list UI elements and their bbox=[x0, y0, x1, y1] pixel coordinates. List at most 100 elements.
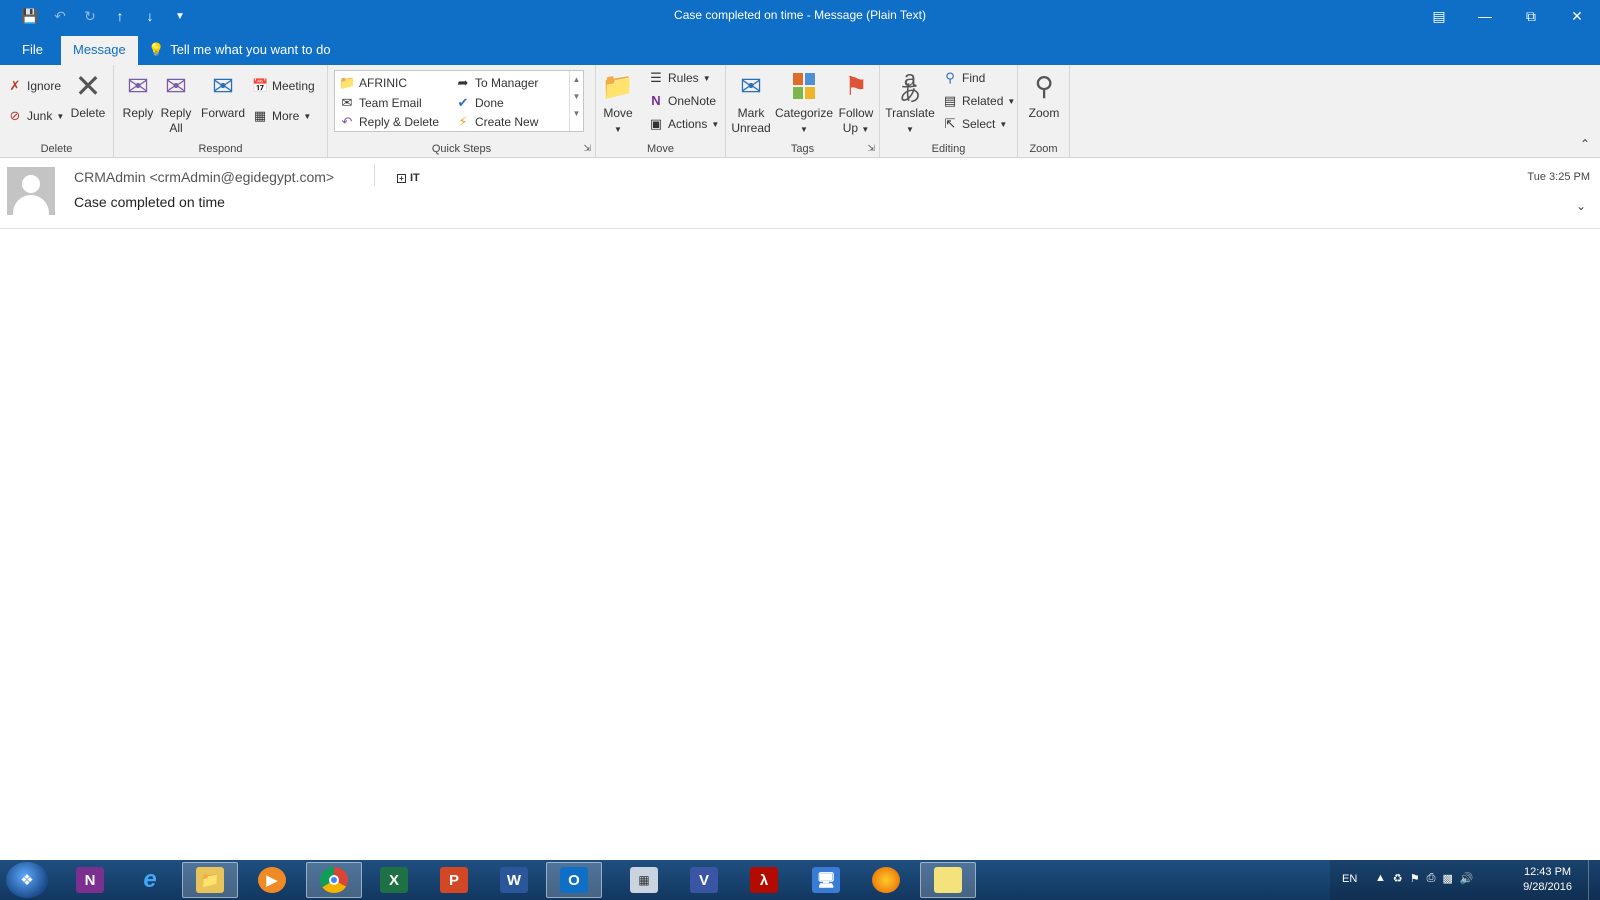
mark-unread-label-2: Unread bbox=[731, 121, 771, 135]
reply-button[interactable]: ✉ Reply bbox=[120, 70, 156, 121]
taskbar-word[interactable]: W bbox=[486, 862, 542, 898]
email-icon: ✉ bbox=[341, 95, 353, 110]
collapse-ribbon-icon[interactable]: ⌃ bbox=[1580, 137, 1590, 151]
translate-button[interactable]: aあ Translate ▼ bbox=[884, 66, 936, 137]
remote-desktop-icon: 🖥 bbox=[812, 867, 840, 893]
quick-step-label: To Manager bbox=[475, 76, 539, 90]
tab-file[interactable]: File bbox=[10, 36, 55, 65]
taskbar-visio[interactable]: V bbox=[676, 862, 732, 898]
taskbar-excel[interactable]: X bbox=[366, 862, 422, 898]
zoom-button[interactable]: ⚲ Zoom bbox=[1022, 70, 1066, 121]
dropdown-arrow-icon: ▼ bbox=[861, 125, 870, 134]
volume-icon[interactable]: 🔊 bbox=[1460, 872, 1474, 885]
gallery-expand-icon[interactable]: ▼ bbox=[570, 109, 583, 118]
firefox-icon bbox=[872, 867, 900, 893]
forward-button[interactable]: ✉ Forward bbox=[200, 70, 246, 121]
taskbar-media-player[interactable]: ▶ bbox=[244, 862, 300, 898]
junk-button[interactable]: ⊘ Junk ▼ bbox=[7, 108, 65, 124]
group-label: Editing bbox=[931, 143, 966, 155]
chevron-down-icon[interactable]: ⌄ bbox=[1576, 199, 1586, 213]
sender[interactable]: CRMAdmin <crmAdmin@egidegypt.com> bbox=[74, 169, 334, 185]
reply-all-label-2: All bbox=[169, 121, 183, 135]
cursor-icon: ⇱ bbox=[944, 116, 956, 131]
meeting-button[interactable]: 📅 Meeting bbox=[252, 78, 315, 94]
quick-step-done[interactable]: ✔ Done bbox=[455, 95, 504, 111]
quick-step-team-email[interactable]: ✉ Team Email bbox=[339, 95, 422, 111]
gallery-scrollbar[interactable]: ▲ ▼ ▼ bbox=[569, 71, 583, 131]
checkmark-icon: ✔ bbox=[457, 95, 469, 110]
quick-step-to-manager[interactable]: ➦ To Manager bbox=[455, 75, 539, 91]
ribbon: ✗ Ignore ⊘ Junk ▼ ✕ Delete Delete ✉ Repl… bbox=[0, 65, 1600, 158]
taskbar-internet-explorer[interactable]: e bbox=[122, 862, 178, 898]
delete-button[interactable]: ✕ Delete bbox=[68, 70, 108, 121]
taskbar-outlook[interactable]: O bbox=[546, 862, 602, 898]
dialog-launcher-icon[interactable]: ⇲ bbox=[867, 143, 875, 154]
dropdown-arrow-icon: ▼ bbox=[614, 125, 622, 134]
close-button[interactable]: ✕ bbox=[1554, 0, 1600, 32]
system-tray: EN ▲ ♻ ⚑ ⎙ ▩ 🔊 12:43 PM 9/28/2016 bbox=[1330, 860, 1600, 900]
move-folder-icon: 📁 bbox=[601, 70, 635, 101]
sticky-notes-icon bbox=[934, 867, 962, 893]
flag-icon[interactable]: ⚑ bbox=[1410, 872, 1420, 885]
language-indicator[interactable]: EN bbox=[1342, 873, 1357, 885]
ignore-button[interactable]: ✗ Ignore bbox=[7, 78, 61, 94]
tell-me-search[interactable]: 💡 Tell me what you want to do bbox=[148, 42, 331, 58]
forward-icon: ➦ bbox=[457, 75, 469, 90]
actions-button[interactable]: ▣ Actions ▼ bbox=[648, 116, 719, 132]
taskbar-onenote[interactable]: N bbox=[62, 862, 118, 898]
taskbar-file-explorer[interactable]: 📁 bbox=[182, 862, 238, 898]
follow-up-button[interactable]: ⚑ Follow Up ▼ bbox=[836, 70, 876, 137]
taskbar-sticky-notes[interactable] bbox=[920, 862, 976, 898]
quick-step-create-new[interactable]: ⚡ Create New bbox=[455, 114, 538, 130]
related-button[interactable]: ▤ Related ▼ bbox=[942, 93, 1015, 109]
related-label: Related bbox=[962, 94, 1004, 108]
visio-icon: V bbox=[690, 867, 718, 893]
reply-all-button[interactable]: ✉ Reply All bbox=[158, 70, 194, 136]
scroll-up-icon[interactable]: ▲ bbox=[570, 75, 583, 84]
category-tag[interactable]: + IT bbox=[397, 172, 420, 184]
dropdown-arrow-icon: ▼ bbox=[800, 125, 808, 134]
quick-step-afrinic[interactable]: 📁 AFRINIC bbox=[339, 75, 407, 91]
word-icon: W bbox=[500, 867, 528, 893]
translate-icon: aあ bbox=[898, 66, 921, 106]
find-button[interactable]: ⚲ Find bbox=[942, 70, 985, 86]
select-label: Select bbox=[962, 117, 996, 131]
minimize-button[interactable]: — bbox=[1462, 0, 1508, 32]
scroll-down-icon[interactable]: ▼ bbox=[570, 92, 583, 101]
move-label: Move bbox=[603, 106, 633, 120]
more-respond-button[interactable]: ▦ More ▼ bbox=[252, 108, 311, 124]
message-body[interactable] bbox=[0, 230, 1600, 860]
mark-unread-button[interactable]: ✉ Mark Unread bbox=[730, 70, 772, 136]
taskbar-firefox[interactable] bbox=[858, 862, 914, 898]
clock[interactable]: 12:43 PM 9/28/2016 bbox=[1523, 865, 1572, 895]
dialog-launcher-icon[interactable]: ⇲ bbox=[583, 143, 591, 154]
move-group: 📁 Move ▼ ☰ Rules ▼ N OneNote ▣ Actions ▼… bbox=[596, 65, 726, 158]
categorize-button[interactable]: Categorize ▼ bbox=[774, 70, 834, 137]
show-hidden-icon[interactable]: ▲ bbox=[1375, 872, 1386, 885]
taskbar-acrobat[interactable]: λ bbox=[736, 862, 792, 898]
tab-message[interactable]: Message bbox=[61, 36, 138, 65]
quick-step-label: Reply & Delete bbox=[359, 115, 440, 129]
taskbar-remote-desktop[interactable]: 🖥 bbox=[798, 862, 854, 898]
avatar bbox=[7, 167, 55, 215]
show-desktop-button[interactable] bbox=[1588, 860, 1600, 900]
ribbon-display-options-icon[interactable]: ▤ bbox=[1416, 0, 1462, 32]
network-icon[interactable]: ▩ bbox=[1442, 872, 1452, 885]
taskbar-calculator[interactable]: ▦ bbox=[616, 862, 672, 898]
usb-icon[interactable]: ⎙ bbox=[1427, 872, 1436, 885]
taskbar-powerpoint[interactable]: P bbox=[426, 862, 482, 898]
select-button[interactable]: ⇱ Select ▼ bbox=[942, 116, 1008, 132]
recycle-icon[interactable]: ♻ bbox=[1393, 872, 1403, 885]
move-button[interactable]: 📁 Move ▼ bbox=[600, 70, 636, 137]
group-label: Delete bbox=[40, 143, 73, 155]
quick-step-reply-delete[interactable]: ↶ Reply & Delete bbox=[339, 114, 440, 130]
onenote-button[interactable]: N OneNote bbox=[648, 93, 716, 108]
delete-icon: ✕ bbox=[74, 67, 102, 104]
find-label: Find bbox=[962, 71, 986, 85]
start-button[interactable]: ❖ bbox=[6, 862, 48, 898]
follow-up-label-2: Up bbox=[842, 121, 859, 135]
restore-button[interactable]: ⧉ bbox=[1508, 0, 1554, 32]
rules-button[interactable]: ☰ Rules ▼ bbox=[648, 70, 710, 86]
taskbar-chrome[interactable] bbox=[306, 862, 362, 898]
reply-delete-icon: ↶ bbox=[341, 114, 353, 129]
